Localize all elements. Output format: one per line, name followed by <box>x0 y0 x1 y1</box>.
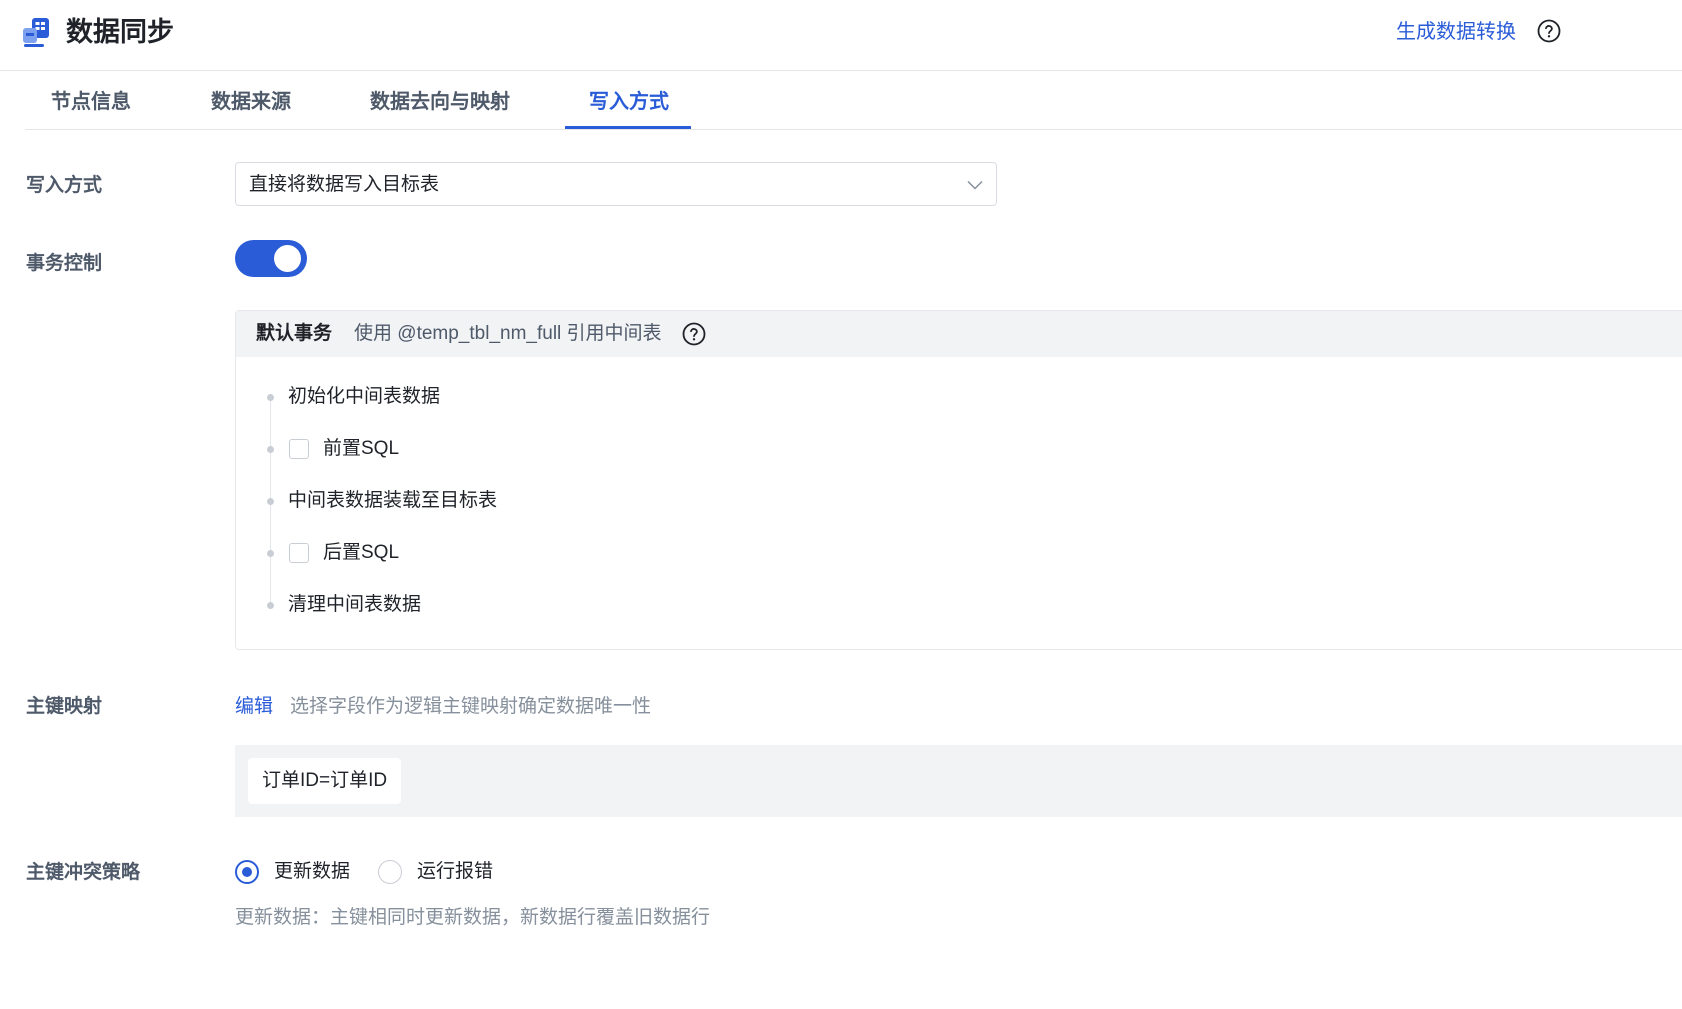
update-data-radio[interactable] <box>235 860 259 884</box>
step-init-temp-table: 初始化中间表数据 <box>288 386 441 407</box>
help-circle-icon[interactable] <box>1537 19 1561 43</box>
pk-mapping-edit-link[interactable]: 编辑 <box>235 694 273 720</box>
pk-mapping-box: 订单ID=订单ID <box>235 745 1682 817</box>
write-mode-select[interactable]: 直接将数据写入目标表 <box>235 162 997 206</box>
tab-node-info[interactable]: 节点信息 <box>51 88 131 116</box>
step-pre-sql: 前置SQL <box>323 438 400 459</box>
step-load-target-table: 中间表数据装载至目标表 <box>288 490 498 511</box>
transaction-panel: 默认事务 使用 @temp_tbl_nm_full 引用中间表 初始化中间表数据… <box>235 310 1682 650</box>
step-post-sql: 后置SQL <box>323 542 400 563</box>
transaction-toggle[interactable] <box>235 240 307 277</box>
pk-mapping-tag: 订单ID=订单ID <box>248 758 402 804</box>
tabs-divider <box>25 129 1682 130</box>
pk-mapping-label: 主键映射 <box>26 696 103 717</box>
step-dot <box>267 446 274 453</box>
pk-mapping-hint: 选择字段作为逻辑主键映射确定数据唯一性 <box>290 696 652 717</box>
run-error-radio-label[interactable]: 运行报错 <box>417 859 493 885</box>
pk-conflict-strategy-label: 主键冲突策略 <box>26 862 141 883</box>
run-error-radio[interactable] <box>378 860 402 884</box>
step-dot <box>267 602 274 609</box>
pre-sql-checkbox[interactable] <box>289 439 309 459</box>
transaction-panel-title: 默认事务 <box>256 323 333 344</box>
radio-selected-dot <box>242 867 252 877</box>
tab-data-target-mapping[interactable]: 数据去向与映射 <box>370 88 510 116</box>
write-mode-label: 写入方式 <box>26 175 103 196</box>
page-title: 数据同步 <box>66 17 174 47</box>
help-circle-icon[interactable] <box>682 322 706 346</box>
header-divider <box>0 70 1682 71</box>
update-data-radio-label[interactable]: 更新数据 <box>274 859 350 885</box>
step-dot <box>267 394 274 401</box>
transaction-panel-header: 默认事务 使用 @temp_tbl_nm_full 引用中间表 <box>236 311 1682 357</box>
step-dot <box>267 550 274 557</box>
conflict-strategy-description: 更新数据：主键相同时更新数据，新数据行覆盖旧数据行 <box>235 907 711 928</box>
transaction-panel-description: 使用 @temp_tbl_nm_full 引用中间表 <box>354 323 662 344</box>
generate-data-transform-link[interactable]: 生成数据转换 <box>1396 18 1516 46</box>
post-sql-checkbox[interactable] <box>289 543 309 563</box>
tab-data-source[interactable]: 数据来源 <box>211 88 291 116</box>
step-clean-temp-table: 清理中间表数据 <box>288 594 422 615</box>
chevron-down-icon <box>966 176 984 194</box>
tab-write-mode[interactable]: 写入方式 <box>589 88 669 116</box>
toggle-knob <box>274 245 301 272</box>
data-sync-icon <box>20 16 52 48</box>
step-dot <box>267 498 274 505</box>
transaction-control-label: 事务控制 <box>26 253 103 274</box>
write-mode-value: 直接将数据写入目标表 <box>249 174 440 195</box>
